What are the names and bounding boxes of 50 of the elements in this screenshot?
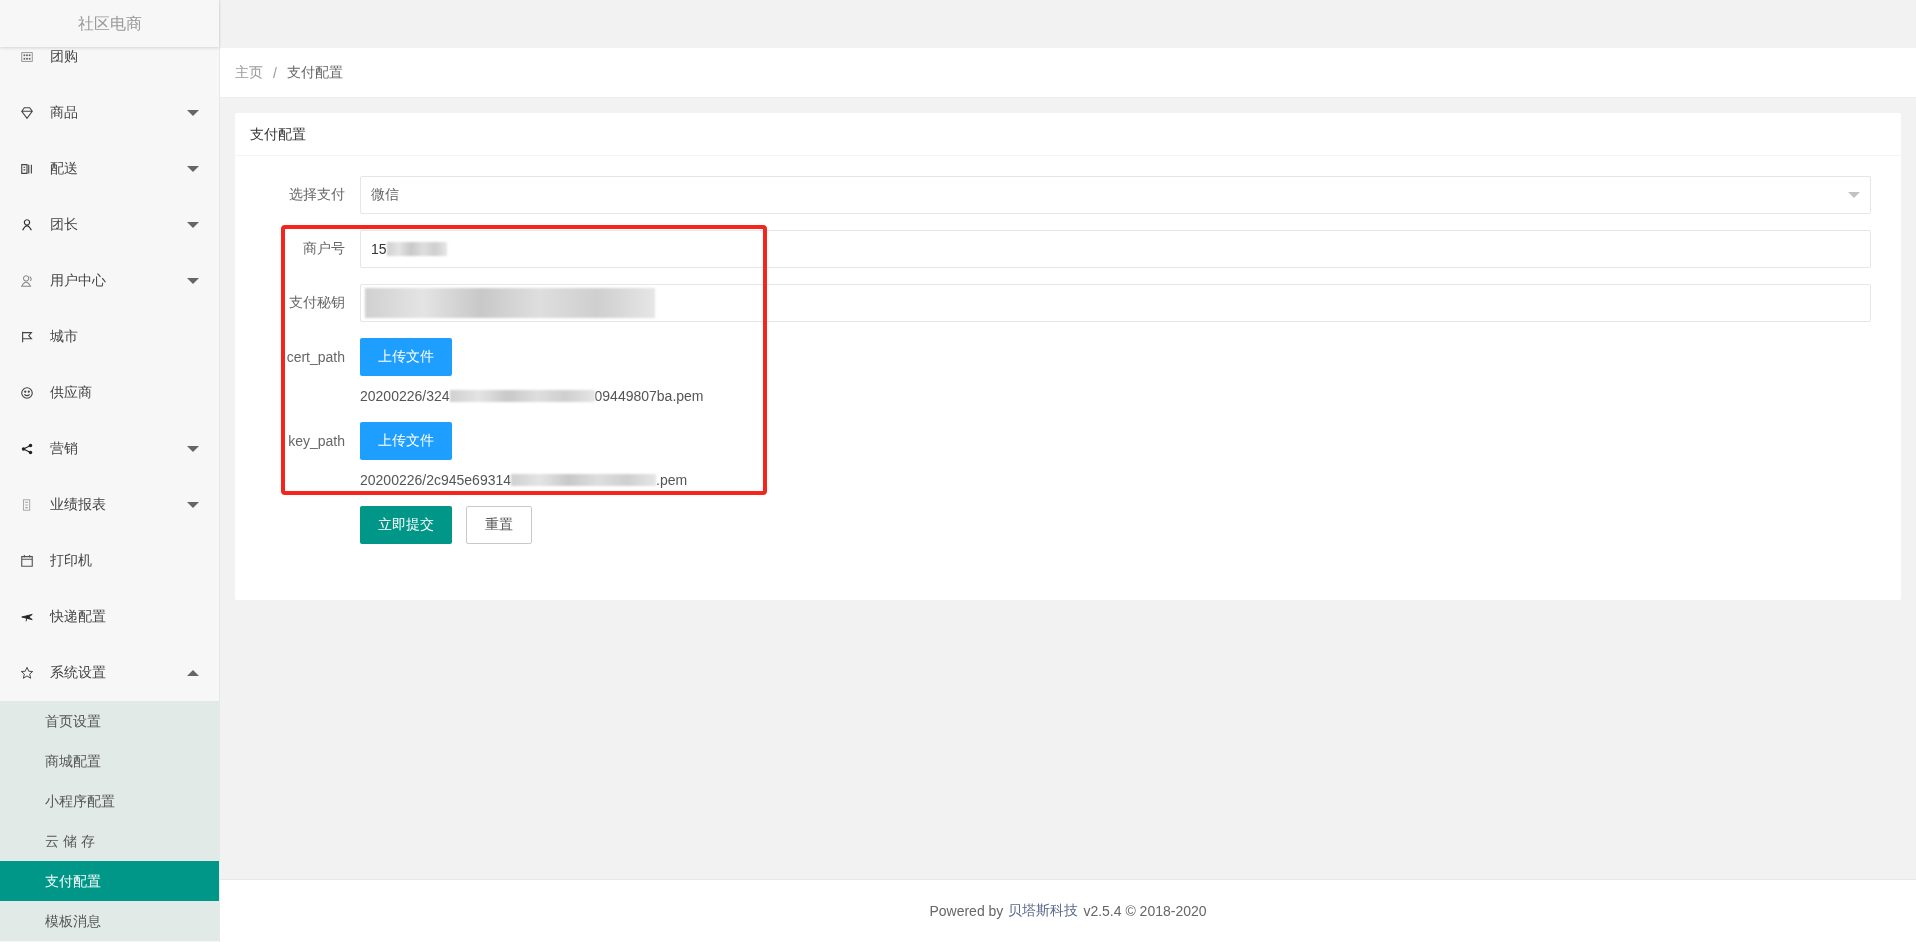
field-label: 商户号 xyxy=(302,240,346,258)
breadcrumb-link[interactable]: 支付配置 xyxy=(286,63,343,82)
sidebar-item[interactable]: 快递配置 xyxy=(0,589,219,645)
field-label: cert_path xyxy=(285,349,346,365)
smiley-icon xyxy=(20,386,34,400)
calendar-icon xyxy=(20,554,34,568)
flag-icon xyxy=(20,330,34,344)
file-name-end: 09449807ba.pem xyxy=(594,388,704,404)
select-field[interactable]: 微信 xyxy=(360,176,1871,214)
sidebar-item[interactable]: 用户中心 xyxy=(0,253,219,309)
card-title: 支付配置 xyxy=(250,126,306,142)
star-icon xyxy=(20,666,34,680)
field-label: 支付秘钥 xyxy=(288,294,346,312)
field-label: key_path xyxy=(287,433,346,449)
sidebar-item[interactable]: 业绩报表 xyxy=(0,477,219,533)
sidebar-item[interactable]: 营销 xyxy=(0,421,219,477)
people-icon xyxy=(20,274,34,288)
caret-icon xyxy=(1848,191,1860,199)
file-name-end: .pem xyxy=(656,472,688,488)
book-icon xyxy=(20,162,34,176)
sidebar-item[interactable]: 供应商 xyxy=(0,365,219,421)
file-name-start: 20200226/324 xyxy=(360,388,450,404)
footer-text: v2.5.4 © 2018-2020 xyxy=(1083,903,1207,919)
sidebar-item[interactable]: 配送 xyxy=(0,141,219,197)
breadcrumb-separator: / xyxy=(273,64,277,81)
footer-text: Powered by xyxy=(929,903,1004,919)
input-field[interactable] xyxy=(360,284,1871,322)
submenu-item[interactable]: 支付配置 xyxy=(0,861,219,901)
submenu-item[interactable]: 模板消息 xyxy=(0,901,219,941)
submenu-item[interactable]: 商城配置 xyxy=(0,741,219,781)
sidebar-item[interactable]: 打印机 xyxy=(0,533,219,589)
brand-logo: 社区电商 xyxy=(0,0,219,47)
sidebar-item[interactable]: 团长 xyxy=(0,197,219,253)
footer-link[interactable]: 贝塔斯科技 xyxy=(1008,902,1079,920)
sidebar-item[interactable]: 城市 xyxy=(0,309,219,365)
submenu-item[interactable]: 云 储 存 xyxy=(0,821,219,861)
sidebar-item[interactable]: 系统设置 xyxy=(0,645,219,701)
file-name-start: 20200226/2c945e69314 xyxy=(360,472,512,488)
sidebar-item[interactable]: 商品 xyxy=(0,85,219,141)
input-field[interactable]: 15 xyxy=(360,230,1871,268)
submenu-item[interactable]: 小程序配置 xyxy=(0,781,219,821)
submit-button[interactable]: 立即提交 xyxy=(360,506,452,544)
field-label: 选择支付 xyxy=(288,186,346,204)
submenu-item[interactable]: 首页设置 xyxy=(0,701,219,741)
share-icon xyxy=(20,442,34,456)
person-icon xyxy=(20,218,34,232)
reset-button[interactable]: 重置 xyxy=(466,506,532,544)
grid-icon xyxy=(20,50,34,64)
diamond-icon xyxy=(20,106,34,120)
sidebar-item[interactable]: 团购 xyxy=(0,47,219,85)
